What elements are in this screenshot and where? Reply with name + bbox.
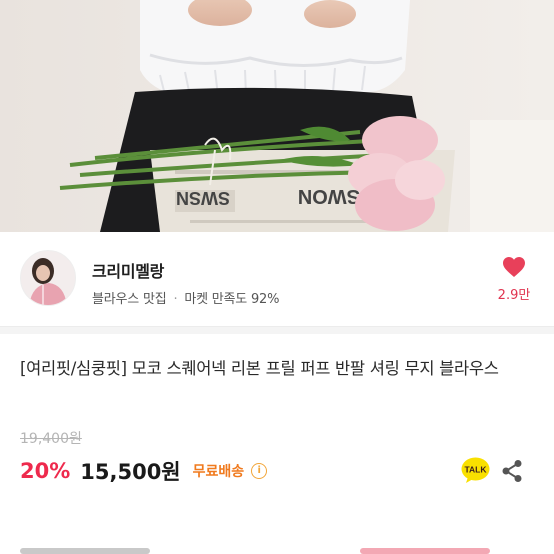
heart-icon (492, 256, 536, 278)
seller-category: 블라우스 맛집 (92, 292, 167, 307)
seller-name[interactable]: 크리미멜랑 (92, 258, 164, 282)
seller-avatar-image (21, 251, 75, 305)
seller-section (0, 232, 554, 326)
seller-separator: · (173, 292, 178, 307)
product-photo-illustration: SWSN SWON (0, 0, 554, 232)
section-divider (0, 326, 554, 334)
share-button[interactable] (501, 459, 523, 483)
svg-text:SWON: SWON (298, 185, 360, 207)
share-icon (501, 460, 523, 487)
svg-text:SWSN: SWSN (176, 188, 230, 208)
seller-subtitle: 블라우스 맛집 · 마켓 만족도 92% (92, 288, 279, 307)
cut-off-text-right (360, 548, 490, 554)
free-shipping-label: 무료배송 (192, 464, 245, 480)
discount-rate: 20% (20, 459, 71, 483)
next-section-preview (20, 540, 540, 554)
info-icon[interactable]: i (251, 463, 268, 479)
like-button[interactable]: 2.9만 (492, 256, 536, 306)
seller-satisfaction: 마켓 만족도 92% (184, 292, 280, 307)
kakao-talk-icon: TALK (461, 457, 490, 488)
product-photo[interactable]: SWSN SWON (0, 0, 554, 232)
kakao-talk-button[interactable]: TALK (461, 457, 490, 484)
product-title: [여리핏/심쿵핏] 모코 스퀘어넥 리본 프릴 퍼프 반팔 셔링 무지 블라우스 (20, 359, 499, 378)
original-price: 19,400원 (20, 431, 82, 447)
price-row: 20% 15,500원 무료배송 i (20, 456, 268, 486)
avatar[interactable] (20, 250, 76, 306)
like-count: 2.9만 (497, 288, 531, 303)
cut-off-text-left (20, 548, 150, 554)
sale-price: 15,500원 (80, 460, 181, 484)
svg-text:TALK: TALK (464, 465, 487, 475)
